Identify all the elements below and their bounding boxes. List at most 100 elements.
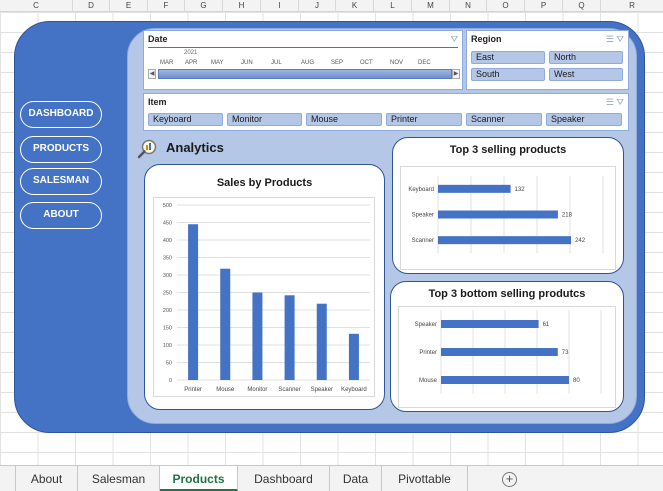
top-selling-chart-card[interactable]: Top 3 selling products Keyboard 132 Speake… bbox=[392, 137, 624, 274]
data-label: 218 bbox=[562, 213, 573, 219]
column-header-n[interactable]: N bbox=[450, 0, 487, 12]
x-tick-label: Scanner bbox=[278, 387, 300, 393]
bottom-selling-chart-card[interactable]: Top 3 bottom selling produtcs Speaker 61 P… bbox=[390, 281, 624, 412]
item-slicer[interactable]: Item ☰ ⛛ Keyboard Monitor Mouse Printer … bbox=[143, 93, 629, 131]
timeline-month[interactable]: NOV bbox=[390, 60, 403, 66]
column-header-e[interactable]: E bbox=[110, 0, 148, 12]
timeline-month[interactable]: SEP bbox=[331, 60, 343, 66]
category-label: Speaker bbox=[412, 213, 434, 219]
column-header-k[interactable]: K bbox=[336, 0, 374, 12]
column-header-c[interactable]: C bbox=[0, 0, 73, 12]
dashboard-nav-button[interactable]: DASHBOARD bbox=[20, 101, 102, 128]
timeline-month[interactable]: APR bbox=[185, 60, 197, 66]
tab-data[interactable]: Data bbox=[330, 466, 382, 491]
column-header-j[interactable]: J bbox=[299, 0, 336, 12]
about-nav-button[interactable]: ABOUT bbox=[20, 202, 102, 229]
sales-by-products-svg: 0 50 100 150 200 250 300 350 400 450 500 Printer Mou… bbox=[163, 203, 370, 393]
timeline-divider bbox=[148, 47, 458, 48]
sales-by-products-chart-card[interactable]: Sales by Products 0 50 100 150 200 250 300 350 4… bbox=[144, 164, 385, 410]
column-header-o[interactable]: O bbox=[487, 0, 525, 12]
region-item-north[interactable]: North bbox=[549, 51, 623, 64]
analytics-heading: Analytics bbox=[166, 140, 224, 155]
timeline-scroll-left-icon[interactable]: ◀ bbox=[148, 69, 156, 79]
timeline-month[interactable]: OCT bbox=[360, 60, 373, 66]
bar bbox=[348, 333, 359, 380]
bar bbox=[441, 320, 539, 328]
bar bbox=[316, 303, 327, 380]
tab-dashboard[interactable]: Dashboard bbox=[238, 466, 330, 491]
y-tick-label: 150 bbox=[163, 326, 172, 332]
timeline-year: 2021 bbox=[184, 50, 198, 56]
bar bbox=[438, 210, 558, 219]
magnifier-chart-icon bbox=[137, 139, 157, 159]
tab-salesman[interactable]: Salesman bbox=[78, 466, 160, 491]
region-slicer[interactable]: Region ☰ ⛛ East North South West bbox=[466, 30, 629, 90]
data-label: 242 bbox=[575, 238, 586, 244]
region-item-south[interactable]: South bbox=[471, 68, 545, 81]
y-tick-label: 100 bbox=[163, 343, 172, 349]
y-tick-label: 400 bbox=[163, 238, 172, 244]
column-header-l[interactable]: L bbox=[374, 0, 412, 12]
date-timeline-slicer[interactable]: Date ⛛ 2021 MAR APR MAY JUN JUL AUG SEP … bbox=[143, 30, 463, 90]
x-tick-label: Mouse bbox=[216, 387, 235, 393]
multi-select-icon[interactable]: ☰ ⛛ bbox=[606, 34, 624, 45]
column-header-i[interactable]: I bbox=[261, 0, 299, 12]
x-tick-label: Monitor bbox=[247, 387, 267, 393]
y-tick-label: 500 bbox=[163, 203, 172, 209]
column-header-q[interactable]: Q bbox=[563, 0, 601, 12]
item-printer[interactable]: Printer bbox=[386, 113, 462, 126]
sheet-tab-bar: About Salesman Products Dashboard Data P… bbox=[0, 465, 663, 491]
bottom-selling-svg: Speaker 61 Printer 73 Mouse 80 bbox=[415, 310, 602, 394]
bar bbox=[188, 224, 199, 380]
bar bbox=[438, 184, 511, 193]
timeline-month[interactable]: JUL bbox=[271, 60, 282, 66]
column-header-bar: C D E F G H I J K L M N O P Q R bbox=[0, 0, 663, 12]
plus-circle-icon[interactable]: + bbox=[502, 472, 517, 487]
timeline-scroll-right-icon[interactable]: ▶ bbox=[452, 69, 460, 79]
column-header-r[interactable]: R bbox=[601, 0, 663, 12]
bar bbox=[220, 268, 231, 380]
category-label: Printer bbox=[419, 350, 437, 356]
data-label: 61 bbox=[543, 322, 550, 328]
y-tick-label: 450 bbox=[163, 221, 172, 227]
salesman-nav-button[interactable]: SALESMAN bbox=[20, 168, 102, 195]
y-tick-label: 250 bbox=[163, 291, 172, 297]
tab-pivottable[interactable]: Pivottable bbox=[382, 466, 468, 491]
y-tick-label: 350 bbox=[163, 256, 172, 262]
bar bbox=[441, 376, 569, 384]
products-nav-button[interactable]: PRODUCTS bbox=[20, 136, 102, 163]
item-keyboard[interactable]: Keyboard bbox=[148, 113, 223, 126]
bar bbox=[284, 295, 295, 380]
item-mouse[interactable]: Mouse bbox=[306, 113, 382, 126]
timeline-month[interactable]: DEC bbox=[418, 60, 431, 66]
column-header-h[interactable]: H bbox=[223, 0, 261, 12]
column-header-f[interactable]: F bbox=[148, 0, 185, 12]
column-header-g[interactable]: G bbox=[185, 0, 223, 12]
timeline-month[interactable]: JUN bbox=[241, 60, 253, 66]
item-speaker[interactable]: Speaker bbox=[546, 113, 622, 126]
data-label: 132 bbox=[515, 187, 526, 193]
timeline-month[interactable]: AUG bbox=[301, 60, 314, 66]
y-tick-label: 300 bbox=[163, 273, 172, 279]
category-label: Mouse bbox=[419, 378, 438, 384]
multi-select-icon[interactable]: ☰ ⛛ bbox=[606, 97, 624, 108]
tab-about[interactable]: About bbox=[16, 466, 78, 491]
region-item-west[interactable]: West bbox=[549, 68, 623, 81]
data-label: 73 bbox=[562, 350, 569, 356]
timeline-month[interactable]: MAR bbox=[160, 60, 173, 66]
region-item-east[interactable]: East bbox=[471, 51, 545, 64]
item-monitor[interactable]: Monitor bbox=[227, 113, 302, 126]
filter-clear-icon[interactable]: ⛛ bbox=[450, 34, 458, 45]
region-slicer-title: Region bbox=[471, 34, 502, 44]
column-header-d[interactable]: D bbox=[73, 0, 110, 12]
data-label: 80 bbox=[573, 378, 580, 384]
tab-products[interactable]: Products bbox=[160, 466, 238, 491]
timeline-month[interactable]: MAY bbox=[211, 60, 224, 66]
item-scanner[interactable]: Scanner bbox=[466, 113, 542, 126]
column-header-p[interactable]: P bbox=[525, 0, 563, 12]
column-header-m[interactable]: M bbox=[412, 0, 450, 12]
bar bbox=[438, 236, 572, 245]
tab-scroll-area[interactable] bbox=[0, 466, 16, 491]
timeline-title: Date bbox=[148, 34, 168, 44]
timeline-selection-bar[interactable] bbox=[158, 69, 452, 79]
